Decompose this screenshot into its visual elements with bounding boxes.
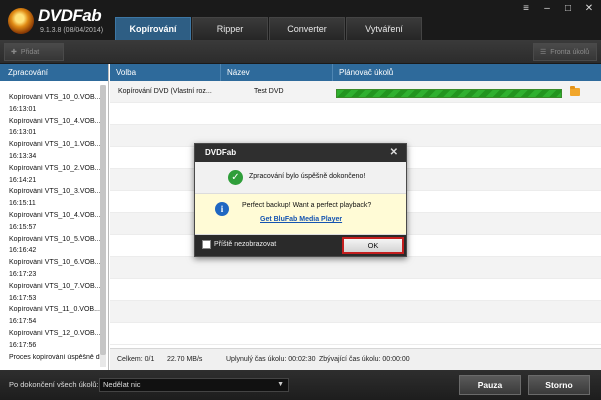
pause-button[interactable]: Pauza bbox=[459, 375, 521, 395]
log-line: Kopírování VTS_10_4.VOB... bbox=[9, 212, 101, 219]
window-controls: ≡ – □ ✕ bbox=[520, 3, 595, 14]
dialog-message: Zpracování bylo úspěšně dokončeno! bbox=[249, 173, 366, 180]
task-progress-bar bbox=[336, 89, 562, 98]
column-option[interactable]: Volba bbox=[110, 64, 220, 81]
main-tabs: Kopírování Ripper Converter Vytváření bbox=[115, 17, 423, 40]
dialog-message-area: ✓ Zpracování bylo úspěšně dokončeno! bbox=[195, 162, 406, 194]
plus-icon: ✚ bbox=[11, 49, 17, 56]
log-line: 16:16:42 bbox=[9, 247, 37, 255]
log-line: 16:17:23 bbox=[9, 271, 37, 278]
log-line: Kopírování VTS_10_4.VOB... bbox=[9, 117, 101, 125]
log-line: Kopírování VTS_10_5.VOB... bbox=[9, 235, 101, 243]
close-icon[interactable]: ✕ bbox=[583, 3, 595, 14]
add-label: Přidat bbox=[20, 48, 40, 56]
column-name[interactable]: Název bbox=[220, 64, 332, 81]
dont-show-again-label[interactable]: Příště nezobrazovat bbox=[214, 241, 276, 248]
log-line: 16:17:53 bbox=[9, 294, 37, 302]
list-icon: ☰ bbox=[540, 49, 547, 56]
total-count: Celkem: 0/1 bbox=[117, 356, 155, 363]
table-row bbox=[110, 103, 601, 125]
log-line: Kopírování VTS_11_0.VOB... bbox=[9, 306, 100, 314]
processing-log: Kopírování VTS_10_0.VOB... 16:13:01 Kopí… bbox=[0, 81, 109, 370]
table-row bbox=[110, 301, 601, 323]
title-bar: DVDFab 9.1.3.8 (08/04/2014) Kopírování R… bbox=[0, 0, 601, 40]
log-line: Kopírování VTS_12_0.VOB... bbox=[9, 330, 101, 337]
menu-icon[interactable]: ≡ bbox=[520, 3, 532, 14]
task-queue-button[interactable]: ☰ Fronta úkolů bbox=[533, 43, 597, 61]
dialog-footer: Příště nezobrazovat OK bbox=[195, 235, 406, 256]
minimize-icon[interactable]: – bbox=[541, 3, 553, 14]
ok-button[interactable]: OK bbox=[342, 237, 404, 254]
after-completion-value: Nedělat nic bbox=[103, 380, 141, 389]
table-row bbox=[110, 323, 601, 345]
folder-icon[interactable] bbox=[570, 86, 580, 96]
bottom-bar: Po dokončení všech úkolů: Nedělat nic ▼ … bbox=[0, 370, 601, 400]
table-row bbox=[110, 279, 601, 301]
info-icon: i bbox=[215, 202, 229, 216]
log-line: Kopírování VTS_10_7.VOB... bbox=[9, 282, 101, 290]
processing-header: Zpracování bbox=[0, 64, 108, 81]
log-line: 16:17:54 bbox=[9, 318, 37, 326]
log-line: 16:13:01 bbox=[9, 129, 37, 137]
log-line: Kopírování VTS_10_3.VOB... bbox=[9, 188, 101, 196]
app-version: 9.1.3.8 (08/04/2014) bbox=[40, 27, 104, 34]
add-button[interactable]: ✚ Přidat bbox=[4, 43, 64, 61]
log-line: 16:13:34 bbox=[9, 153, 37, 160]
dont-show-again-checkbox[interactable] bbox=[202, 240, 211, 249]
speed: 22.70 MB/s bbox=[167, 356, 203, 363]
tab-ripper[interactable]: Ripper bbox=[192, 17, 268, 40]
app-name: DVDFab bbox=[38, 6, 102, 25]
elapsed-time: Uplynulý čas úkolu: 00:02:30 bbox=[226, 356, 316, 363]
promo-link[interactable]: Get BluFab Media Player bbox=[260, 216, 342, 223]
log-scrollbar-thumb[interactable] bbox=[100, 85, 106, 355]
log-line: 16:17:56 bbox=[9, 341, 37, 349]
table-row[interactable]: Kopírování DVD (Vlastní roz... Test DVD bbox=[110, 81, 601, 103]
tab-copy[interactable]: Kopírování bbox=[115, 17, 191, 40]
table-row bbox=[110, 257, 601, 279]
log-line: Proces kopírování úspěšně dokončen bbox=[9, 353, 104, 361]
dialog-promo-area: i Perfect backup! Want a perfect playbac… bbox=[195, 194, 406, 235]
tab-creator[interactable]: Vytváření bbox=[346, 17, 422, 40]
processing-panel: Zpracování Kopírování VTS_10_0.VOB... 16… bbox=[0, 64, 109, 370]
log-line: 16:13:01 bbox=[9, 105, 37, 113]
dialog-title: DVDFab bbox=[205, 148, 237, 157]
cancel-button[interactable]: Storno bbox=[528, 375, 590, 395]
completion-dialog: DVDFab ✕ ✓ Zpracování bylo úspěšně dokon… bbox=[194, 143, 407, 257]
log-line: Kopírování VTS_10_6.VOB... bbox=[9, 259, 101, 267]
log-line: Kopírování VTS_10_1.VOB... bbox=[9, 141, 101, 149]
task-queue-label: Fronta úkolů bbox=[550, 48, 590, 56]
dropdown-arrow-icon: ▼ bbox=[277, 381, 284, 388]
task-name: Test DVD bbox=[254, 88, 284, 95]
toolbar: ✚ Přidat ☰ Fronta úkolů bbox=[0, 40, 601, 64]
dvdfab-logo-icon bbox=[8, 8, 34, 34]
remaining-time: Zbývající čas úkolu: 00:00:00 bbox=[319, 356, 410, 363]
maximize-icon[interactable]: □ bbox=[562, 3, 574, 14]
task-option: Kopírování DVD (Vlastní roz... bbox=[118, 88, 212, 95]
status-bar: Celkem: 0/1 22.70 MB/s Uplynulý čas úkol… bbox=[110, 348, 601, 370]
success-check-icon: ✓ bbox=[228, 170, 243, 185]
log-line: 16:15:57 bbox=[9, 223, 37, 231]
dialog-title-bar: DVDFab ✕ bbox=[195, 144, 406, 162]
log-scrollbar[interactable] bbox=[100, 85, 106, 367]
after-completion-select[interactable]: Nedělat nic ▼ bbox=[99, 378, 289, 392]
log-line: Kopírování VTS_10_0.VOB... bbox=[9, 94, 101, 101]
log-line: Kopírování VTS_10_2.VOB... bbox=[9, 164, 101, 172]
task-table-header: Volba Název Plánovač úkolů bbox=[110, 64, 601, 81]
promo-text: Perfect backup! Want a perfect playback? bbox=[242, 202, 372, 209]
column-scheduler[interactable]: Plánovač úkolů bbox=[332, 64, 601, 81]
tab-converter[interactable]: Converter bbox=[269, 17, 345, 40]
log-line: 16:15:11 bbox=[9, 200, 36, 208]
dialog-close-icon[interactable]: ✕ bbox=[390, 144, 398, 162]
after-completion-label: Po dokončení všech úkolů: bbox=[9, 380, 99, 389]
log-line: 16:14:21 bbox=[9, 176, 37, 184]
